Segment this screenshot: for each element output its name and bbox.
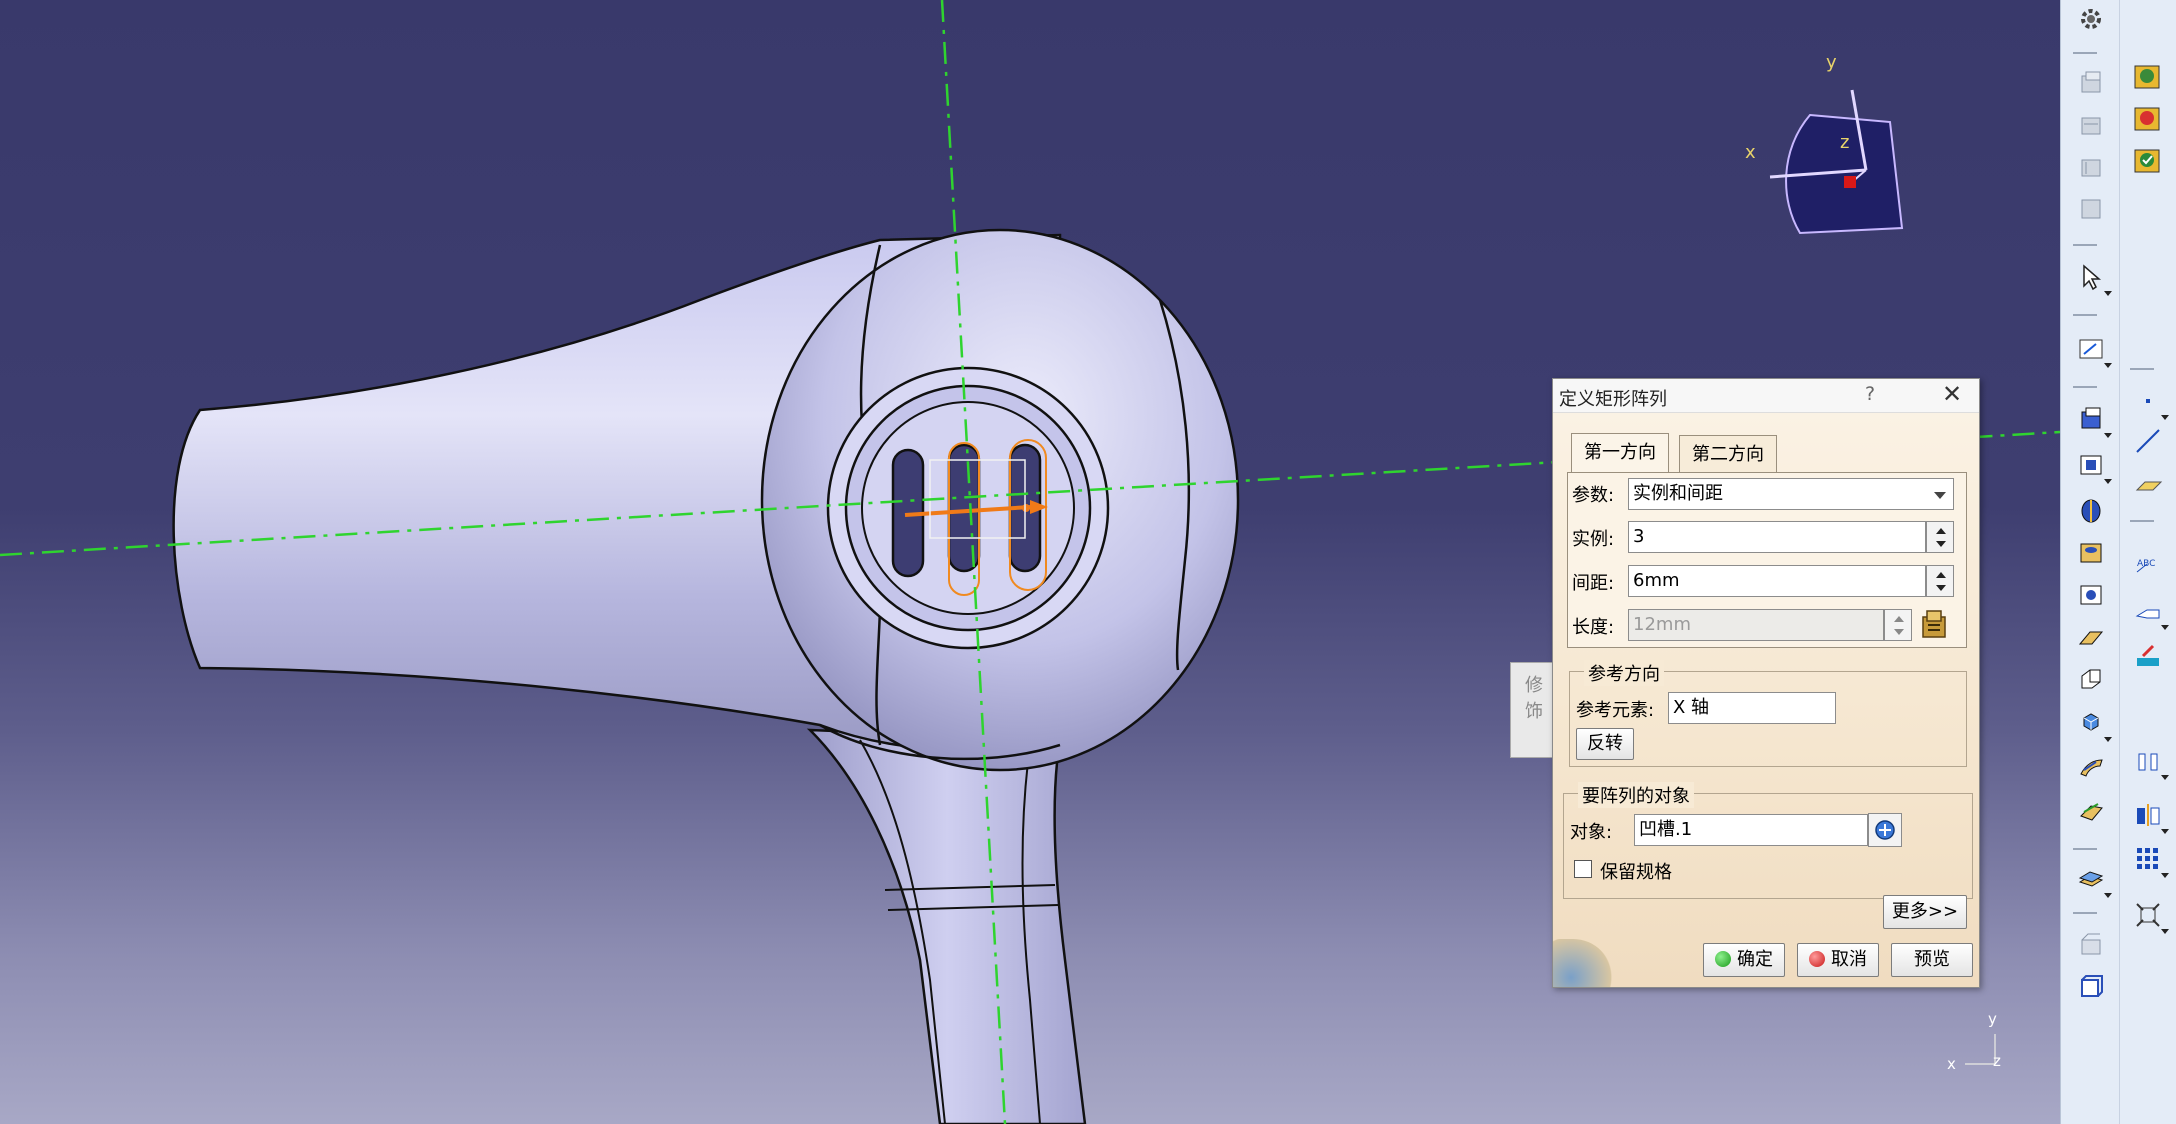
mirror-icon[interactable] — [2129, 796, 2169, 834]
measure-icon[interactable] — [2129, 636, 2167, 674]
material-icon[interactable] — [2129, 98, 2167, 136]
chevron-down-icon[interactable] — [1934, 492, 1946, 499]
instances-label: 实例: — [1572, 529, 1615, 550]
light-bulb-icon[interactable] — [2129, 56, 2167, 94]
surface-icon[interactable] — [2072, 926, 2110, 964]
tab-panel: 参数: 实例和间距 实例: 3 间距: 6mm 长度: 12mm — [1567, 472, 1967, 648]
mini-axis-x-label: x — [1947, 1055, 1956, 1073]
dialog-title: 定义矩形阵列 — [1559, 389, 1667, 410]
reference-element-input[interactable]: X 轴 — [1668, 692, 1836, 724]
apply-icon[interactable] — [2129, 140, 2167, 178]
dialog-titlebar[interactable]: 定义矩形阵列 ? ✕ — [1553, 379, 1979, 413]
solid-combine-icon[interactable] — [2072, 704, 2112, 742]
ok-icon — [1715, 951, 1731, 967]
toolbar-column-left — [2063, 0, 2119, 1124]
right-toolbar: ABC — [2060, 0, 2176, 1124]
groove-icon[interactable] — [2072, 576, 2110, 614]
settings-icon[interactable] — [2072, 0, 2110, 38]
spacing-spinner[interactable] — [1926, 565, 1954, 597]
help-button[interactable]: ? — [1865, 383, 1875, 405]
reference-element-label: 参考元素: — [1576, 700, 1655, 721]
formula-icon[interactable] — [1918, 607, 1952, 641]
catalog-icon[interactable] — [2072, 148, 2110, 186]
constraint-icon[interactable] — [2072, 106, 2110, 144]
thickness-icon[interactable] — [2072, 860, 2112, 898]
cancel-icon — [1809, 951, 1825, 967]
select-arrow-icon[interactable] — [2072, 258, 2112, 296]
text-icon[interactable]: ABC — [2129, 546, 2167, 584]
tab-second-direction[interactable]: 第二方向 — [1679, 435, 1777, 473]
plane-icon[interactable] — [2129, 464, 2167, 502]
sketch-icon[interactable] — [2072, 330, 2112, 368]
cancel-button-label: 取消 — [1831, 949, 1867, 970]
tab-first-direction[interactable]: 第一方向 — [1571, 433, 1669, 473]
spacing-input[interactable]: 6mm — [1628, 565, 1926, 597]
keep-spec-checkbox[interactable] — [1574, 860, 1592, 878]
reference-direction-title: 参考方向 — [1584, 660, 1664, 686]
compass-z-label: z — [1840, 132, 1850, 153]
rib-icon[interactable] — [2072, 618, 2110, 656]
shaft-icon[interactable] — [2072, 492, 2110, 530]
object-to-pattern-title: 要阵列的对象 — [1578, 782, 1694, 808]
stiffener-icon[interactable] — [2072, 748, 2110, 786]
loft-icon[interactable] — [2072, 792, 2110, 830]
parameters-select[interactable]: 实例和间距 — [1628, 478, 1954, 510]
slot-icon[interactable] — [2072, 660, 2110, 698]
more-button[interactable]: 更多>> — [1883, 895, 1967, 929]
keep-spec-label: 保留规格 — [1600, 862, 1672, 883]
mini-axis-z-label: z — [1993, 1052, 2001, 1070]
cancel-button[interactable]: 取消 — [1797, 943, 1879, 977]
instances-input[interactable]: 3 — [1628, 521, 1926, 553]
compass-x-label: x — [1745, 142, 1756, 163]
reverse-button[interactable]: 反转 — [1576, 728, 1634, 760]
rectangular-pattern-icon[interactable] — [2129, 840, 2169, 878]
point-icon[interactable] — [2129, 382, 2169, 420]
instances-spinner[interactable] — [1926, 521, 1954, 553]
annotation-icon[interactable] — [2129, 592, 2169, 630]
ok-button-label: 确定 — [1737, 949, 1773, 970]
assembly-icon[interactable] — [2072, 64, 2110, 102]
object-select-icon[interactable] — [1868, 813, 1902, 847]
preview-button[interactable]: 预览 — [1891, 943, 1973, 977]
length-spinner — [1884, 609, 1912, 641]
analysis-icon[interactable] — [2129, 742, 2169, 780]
object-to-pattern-group: 要阵列的对象 对象: 凹槽.1 保留规格 — [1563, 782, 1973, 899]
rectangular-pattern-dialog: 定义矩形阵列 ? ✕ 第一方向 第二方向 参数: 实例和间距 实例: 3 间距:… — [1552, 378, 1980, 988]
hole-icon[interactable] — [2072, 534, 2110, 572]
parameters-label: 参数: — [1572, 485, 1615, 506]
compass-y-label: y — [1826, 52, 1837, 73]
length-input: 12mm — [1628, 609, 1884, 641]
table-icon[interactable] — [2072, 190, 2110, 228]
spacing-label: 间距: — [1572, 573, 1615, 594]
dialog-decoration — [1553, 939, 1613, 987]
close-button[interactable]: ✕ — [1937, 380, 1967, 408]
length-label: 长度: — [1572, 617, 1615, 638]
scale-icon[interactable] — [2129, 896, 2169, 934]
boolean-icon[interactable] — [2072, 968, 2110, 1006]
pocket-icon[interactable] — [2072, 446, 2112, 484]
object-label: 对象: — [1570, 822, 1613, 843]
toolbar-column-right: ABC — [2119, 0, 2175, 1124]
pad-icon[interactable] — [2072, 400, 2112, 438]
ok-button[interactable]: 确定 — [1703, 943, 1785, 977]
object-input[interactable]: 凹槽.1 — [1634, 814, 1868, 846]
mini-axis-y-label: y — [1988, 1010, 1997, 1028]
reference-direction-group: 参考方向 参考元素: X 轴 反转 — [1569, 660, 1967, 767]
line-icon[interactable] — [2129, 422, 2167, 460]
